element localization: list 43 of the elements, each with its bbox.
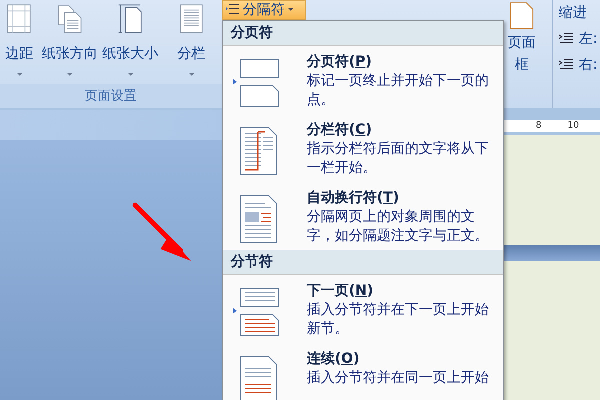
page-border-button[interactable]: 页面 框 [504,0,540,108]
indent-label: 缩进 [559,4,588,22]
next-page-icon [233,287,281,337]
menu-section-header: 分节符 [223,250,503,275]
breaks-icon [226,4,240,16]
columns-icon [178,3,205,35]
margins-icon [6,3,33,35]
ruler: 8 10 [503,120,600,132]
menu-item[interactable]: 自动换行符(T) 分隔网页上的对象周围的文字，如分隔题注文字与正文。 [223,182,503,250]
pages-icon [56,3,83,35]
page-break-icon [233,58,281,108]
caret-icon [16,73,23,77]
ribbon-button[interactable]: 纸张方向 [39,0,100,84]
menu-item[interactable]: 分页符(P) 标记一页终止并开始下一页的点。 [223,46,503,114]
group-label: 页面设置 [0,84,222,108]
menu-item-description: 指示分栏符后面的文字将从下一栏开始。 [307,140,490,178]
menu-item[interactable]: 分栏符(C) 指示分栏符后面的文字将从下一栏开始。 [223,114,503,182]
menu-item-title: 连续(O) [307,350,361,369]
caret-icon [288,8,294,12]
menu-item-description: 插入分节符并在下一页上开始新节。 [307,301,490,339]
page-icon [510,2,534,30]
ribbon-button[interactable]: 边距 [0,0,40,84]
page-size-icon [118,3,144,35]
menu-section-header: 分页符 [223,21,503,46]
menu-item[interactable]: 下一页(N) 插入分节符并在下一页上开始新节。 [223,275,503,343]
caret-icon [188,73,195,77]
menu-item-title: 分页符(P) [307,53,374,72]
menu-item-title: 自动换行符(T) [307,189,400,208]
menu-item-description: 插入分节符并在同一页上开始 [307,369,490,388]
menu-item[interactable]: 连续(O) 插入分节符并在同一页上开始 [223,343,503,400]
caret-icon [128,73,134,77]
menu-item-title: 分栏符(C) [307,121,374,140]
menu-item-description: 分隔网页上的对象周围的文字，如分隔题注文字与正文。 [307,208,490,246]
indent-icon [559,59,573,71]
indent-label: 右: [579,56,598,74]
indent-icon [559,33,573,45]
indent-label: 左: [579,30,598,48]
ribbon-button[interactable]: 分栏 [161,0,222,84]
menu-item-title: 下一页(N) [307,282,375,301]
menu-item-description: 标记一页终止并开始下一页的点。 [307,72,490,110]
caret-icon [66,73,73,77]
breaks-dropdown-button[interactable]: 分隔符 [222,0,306,20]
ribbon-button[interactable]: 纸张大小 [100,0,162,84]
